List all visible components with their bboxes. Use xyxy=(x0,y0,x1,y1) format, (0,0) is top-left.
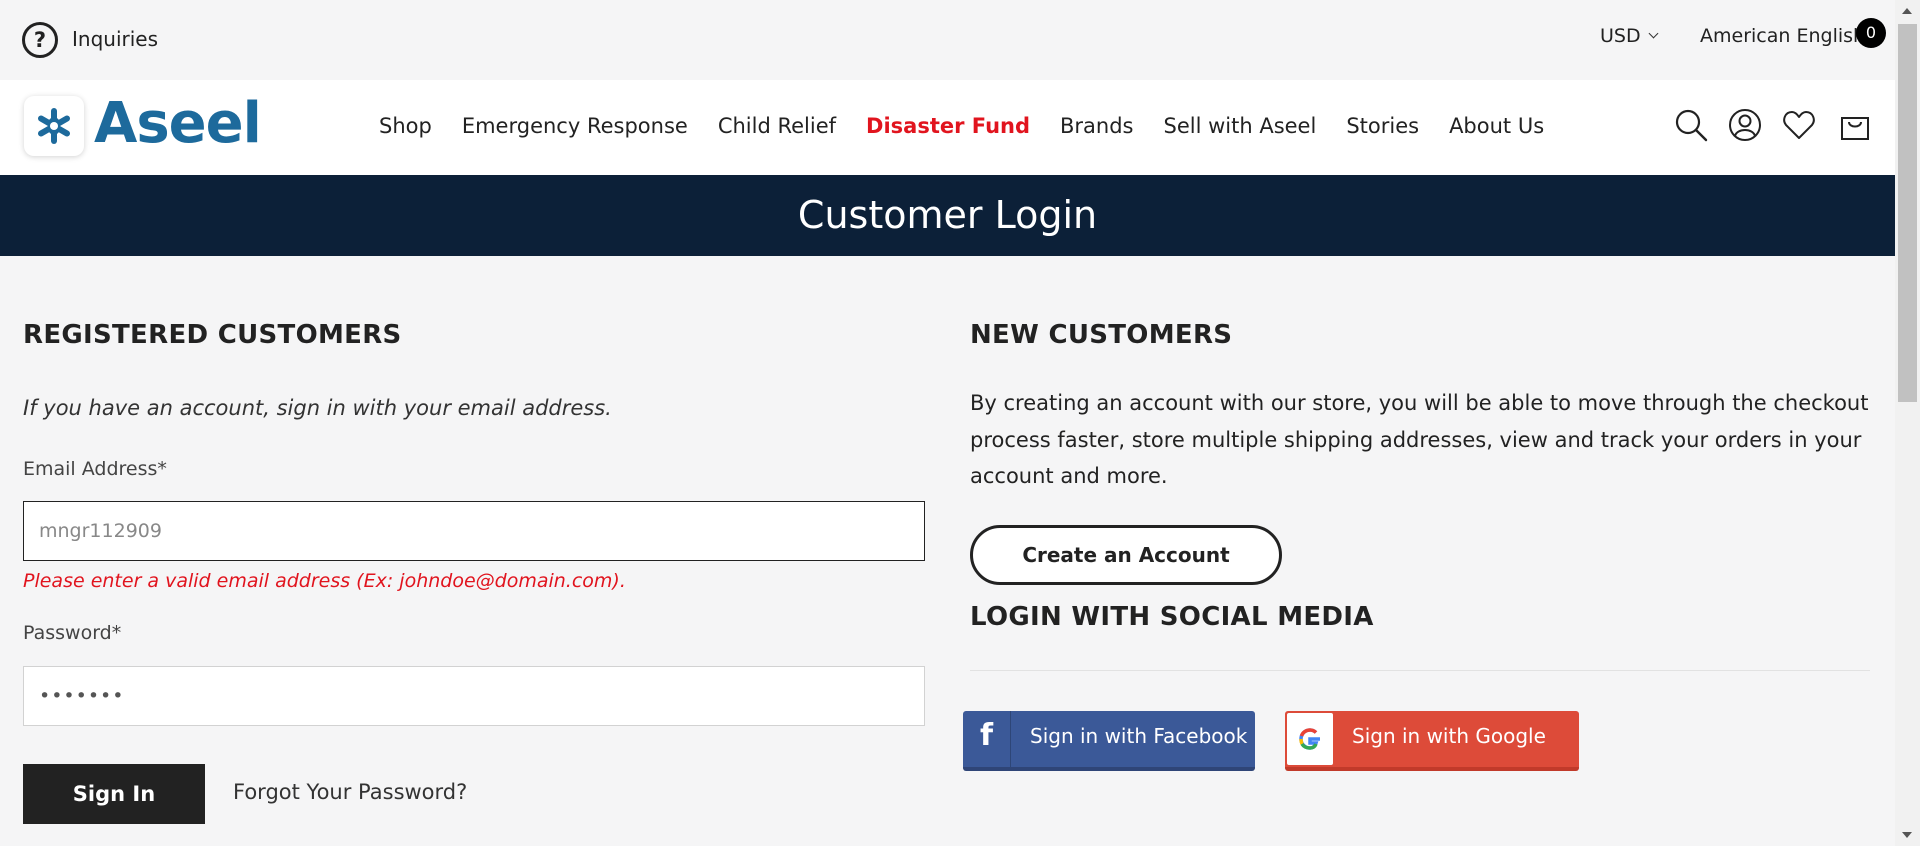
password-field[interactable]: ••••••• xyxy=(23,666,925,726)
nav-item-shop[interactable]: Shop xyxy=(379,114,432,138)
login-intro-text: If you have an account, sign in with you… xyxy=(23,396,612,420)
divider xyxy=(970,670,1870,671)
nav-item-child-relief[interactable]: Child Relief xyxy=(718,114,836,138)
scroll-down-arrow-icon[interactable] xyxy=(1902,832,1912,838)
email-field[interactable]: mngr112909 xyxy=(23,501,925,561)
new-customers-heading: NEW CUSTOMERS xyxy=(970,320,1233,350)
scrollbar-thumb[interactable] xyxy=(1898,24,1917,402)
cart-bag-icon[interactable] xyxy=(1838,108,1872,142)
forgot-password-link[interactable]: Forgot Your Password? xyxy=(233,780,467,804)
page-title: Customer Login xyxy=(797,193,1098,237)
facebook-icon: f xyxy=(963,711,1011,767)
language-value: American English xyxy=(1700,25,1866,47)
google-signin-button[interactable]: Sign in with Google xyxy=(1285,711,1579,771)
scroll-up-arrow-icon[interactable] xyxy=(1902,8,1912,14)
email-error-message: Please enter a valid email address (Ex: … xyxy=(23,570,626,592)
question-circle-icon[interactable]: ? xyxy=(22,22,58,58)
account-icon[interactable] xyxy=(1728,108,1762,142)
chevron-down-icon xyxy=(1648,28,1659,39)
currency-value: USD xyxy=(1600,25,1641,47)
nav-item-brands[interactable]: Brands xyxy=(1060,114,1134,138)
registered-customers-heading: REGISTERED CUSTOMERS xyxy=(23,320,402,350)
main-header: Aseel Shop Emergency Response Child Reli… xyxy=(0,80,1895,175)
google-signin-label: Sign in with Google xyxy=(1352,724,1546,748)
sign-in-button[interactable]: Sign In xyxy=(23,764,205,824)
email-label: Email Address* xyxy=(23,458,167,480)
social-login-heading: LOGIN WITH SOCIAL MEDIA xyxy=(970,602,1374,632)
nav-item-about-us[interactable]: About Us xyxy=(1449,114,1544,138)
facebook-signin-button[interactable]: f Sign in with Facebook xyxy=(963,711,1255,771)
wishlist-heart-icon[interactable] xyxy=(1782,108,1816,142)
inquiries-link[interactable]: Inquiries xyxy=(72,27,158,51)
cart-count-badge[interactable]: 0 xyxy=(1856,18,1886,48)
language-selector[interactable]: American English xyxy=(1700,25,1883,47)
google-icon xyxy=(1287,713,1333,765)
nav-item-disaster-fund[interactable]: Disaster Fund xyxy=(866,114,1030,138)
main-nav: Shop Emergency Response Child Relief Dis… xyxy=(379,114,1544,138)
nav-item-sell-with-aseel[interactable]: Sell with Aseel xyxy=(1164,114,1317,138)
logo-mark[interactable] xyxy=(24,96,84,156)
nav-item-stories[interactable]: Stories xyxy=(1346,114,1419,138)
facebook-signin-label: Sign in with Facebook xyxy=(1030,724,1248,748)
password-label: Password* xyxy=(23,622,122,644)
snowflake-logo-icon xyxy=(38,108,70,144)
brand-logo-text[interactable]: Aseel xyxy=(94,91,262,156)
search-icon[interactable] xyxy=(1674,108,1708,142)
new-customers-description: By creating an account with our store, y… xyxy=(970,391,1869,488)
currency-selector[interactable]: USD xyxy=(1600,25,1659,47)
page-scrollbar[interactable] xyxy=(1895,0,1920,846)
create-account-button[interactable]: Create an Account xyxy=(970,525,1282,585)
page-title-banner: Customer Login xyxy=(0,175,1895,256)
nav-item-emergency-response[interactable]: Emergency Response xyxy=(462,114,688,138)
utility-bar: ? Inquiries USD American English xyxy=(0,0,1895,80)
